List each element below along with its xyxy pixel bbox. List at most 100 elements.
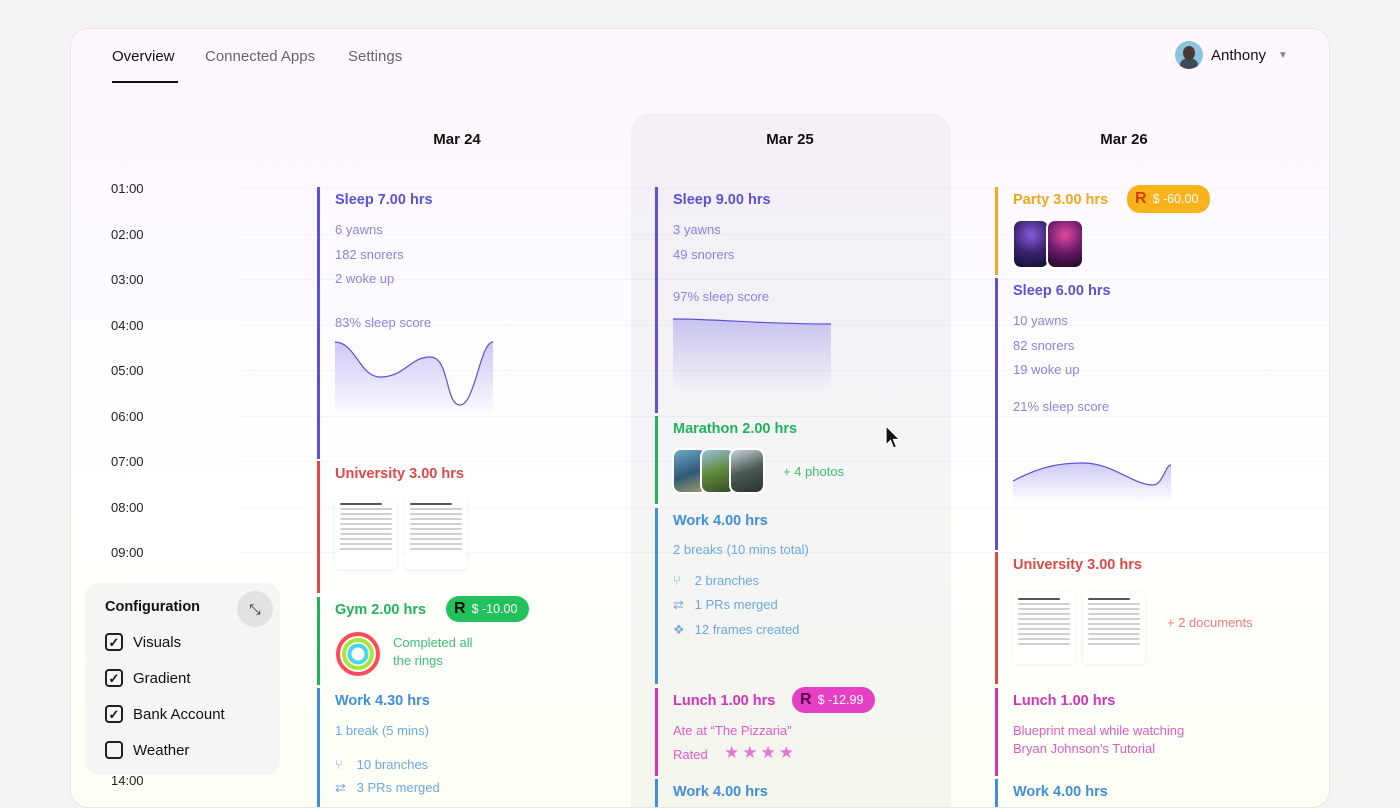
sleep-score: 97% sleep score bbox=[673, 289, 770, 304]
hour-label: 08:00 bbox=[111, 500, 144, 515]
configuration-panel: Configuration ⤡ ✓ Visuals ✓ Gradient ✓ B… bbox=[85, 583, 280, 775]
event-sleep[interactable]: Sleep 6.00 hrs 10 yawns 82 snorers 19 wo… bbox=[995, 278, 1295, 550]
chevron-down-icon: ▼ bbox=[1278, 49, 1288, 61]
document-thumbnail[interactable] bbox=[405, 497, 467, 569]
active-tab-indicator bbox=[112, 81, 178, 83]
branches-count: 10 branches bbox=[356, 757, 429, 772]
hour-label: 14:00 bbox=[111, 773, 144, 788]
event-work[interactable]: Work 4.00 hrs bbox=[995, 779, 1295, 807]
option-label: Visuals bbox=[133, 633, 182, 651]
event-lunch[interactable]: Lunch 1.00 hrs R $ -12.99 Ate at “The Pi… bbox=[655, 687, 945, 776]
sleep-wave-chart bbox=[673, 318, 832, 392]
option-visuals[interactable]: ✓ Visuals bbox=[105, 633, 181, 651]
event-title: Party 3.00 hrs bbox=[1013, 192, 1109, 208]
event-title: University 3.00 hrs bbox=[1013, 557, 1142, 573]
hour-label: 02:00 bbox=[111, 227, 144, 242]
event-title: Marathon 2.00 hrs bbox=[673, 421, 798, 437]
event-detail: 6 yawns bbox=[335, 222, 383, 237]
tab-overview[interactable]: Overview bbox=[112, 48, 175, 65]
tab-connected-apps[interactable]: Connected Apps bbox=[205, 48, 315, 65]
branches-row: ⑂ 2 branches bbox=[673, 573, 759, 588]
merged-row: ⇄ 3 PRs merged bbox=[335, 780, 440, 796]
event-work[interactable]: Work 4.30 hrs 1 break (5 mins) ⑂ 10 bran… bbox=[317, 688, 617, 807]
branch-icon: ⑂ bbox=[335, 757, 343, 772]
event-title: University 3.00 hrs bbox=[335, 466, 464, 482]
option-weather[interactable]: Weather bbox=[105, 741, 189, 759]
transaction-amount: $ -10.00 bbox=[471, 602, 518, 616]
tab-settings[interactable]: Settings bbox=[348, 48, 402, 65]
event-lunch[interactable]: Lunch 1.00 hrs Blueprint meal while watc… bbox=[995, 688, 1295, 776]
hour-label: 04:00 bbox=[111, 318, 144, 333]
photo-thumbnail[interactable] bbox=[1046, 219, 1084, 269]
event-sleep[interactable]: Sleep 7.00 hrs 6 yawns 182 snorers 2 wok… bbox=[317, 187, 617, 459]
branches-count: 2 branches bbox=[694, 573, 759, 588]
gym-note: Completed all bbox=[393, 635, 473, 650]
event-detail: 2 breaks (10 mins total) bbox=[673, 542, 809, 557]
checkbox-icon[interactable]: ✓ bbox=[105, 633, 123, 651]
event-title: Lunch 1.00 hrs bbox=[1013, 693, 1116, 709]
option-label: Gradient bbox=[133, 669, 191, 687]
activity-rings-icon bbox=[336, 632, 380, 676]
transaction-amount: $ -60.00 bbox=[1152, 192, 1199, 206]
sleep-wave-chart bbox=[335, 341, 494, 417]
event-work[interactable]: Work 4.00 hrs bbox=[655, 779, 945, 807]
date-header: Mar 26 bbox=[1100, 131, 1148, 148]
branches-row: ⑂ 10 branches bbox=[335, 757, 428, 772]
checkbox-icon[interactable] bbox=[105, 741, 123, 759]
event-detail: 3 yawns bbox=[673, 222, 721, 237]
document-thumbnail[interactable] bbox=[1013, 592, 1075, 664]
photo-thumbnail[interactable] bbox=[729, 448, 765, 494]
transaction-amount: $ -12.99 bbox=[817, 693, 864, 707]
transaction-badge[interactable]: R $ -10.00 bbox=[446, 596, 530, 622]
event-title: Sleep 7.00 hrs bbox=[335, 192, 433, 208]
event-title: Sleep 6.00 hrs bbox=[1013, 283, 1111, 299]
sleep-wave-chart bbox=[1013, 462, 1172, 503]
event-work[interactable]: Work 4.00 hrs 2 breaks (10 mins total) ⑂… bbox=[655, 508, 945, 684]
transaction-badge[interactable]: R $ -12.99 bbox=[792, 687, 876, 713]
event-detail: Ate at “The Pizzaria” bbox=[673, 723, 792, 738]
event-university[interactable]: University 3.00 hrs + 2 documents bbox=[995, 552, 1295, 684]
event-gym[interactable]: Gym 2.00 hrs R $ -10.00 Completed all th… bbox=[317, 596, 617, 685]
option-bank-account[interactable]: ✓ Bank Account bbox=[105, 705, 225, 723]
event-title: Sleep 9.00 hrs bbox=[673, 192, 771, 208]
event-detail: 182 snorers bbox=[335, 247, 404, 262]
event-university[interactable]: University 3.00 hrs bbox=[317, 461, 617, 593]
document-thumbnail[interactable] bbox=[1083, 592, 1145, 664]
event-title: Work 4.00 hrs bbox=[1013, 784, 1108, 800]
checkbox-icon[interactable]: ✓ bbox=[105, 669, 123, 687]
branch-icon: ⑂ bbox=[673, 573, 681, 588]
checkbox-icon[interactable]: ✓ bbox=[105, 705, 123, 723]
event-detail: 2 woke up bbox=[335, 271, 395, 286]
transaction-badge[interactable]: R $ -60.00 bbox=[1127, 185, 1211, 213]
merge-icon: ⇄ bbox=[673, 597, 684, 612]
figma-icon: ❖ bbox=[673, 622, 685, 637]
frames-row: ❖ 12 frames created bbox=[673, 622, 799, 638]
event-party[interactable]: Party 3.00 hrs R $ -60.00 bbox=[995, 185, 1295, 275]
hour-label: 03:00 bbox=[111, 272, 144, 287]
option-label: Weather bbox=[133, 741, 190, 759]
hour-label: 05:00 bbox=[111, 363, 144, 378]
collapse-icon[interactable]: ⤡ bbox=[237, 591, 273, 627]
more-photos-link[interactable]: + 4 photos bbox=[783, 464, 844, 479]
option-gradient[interactable]: ✓ Gradient bbox=[105, 669, 191, 687]
star-icon: ★★★★ bbox=[724, 743, 797, 762]
dollar-badge-icon: R bbox=[800, 691, 812, 708]
user-menu[interactable]: Anthony ▼ bbox=[1175, 41, 1288, 69]
merged-count: 1 PRs merged bbox=[694, 597, 778, 612]
merged-count: 3 PRs merged bbox=[356, 780, 440, 795]
frames-count: 12 frames created bbox=[694, 622, 800, 637]
more-documents-link[interactable]: + 2 documents bbox=[1167, 615, 1253, 630]
event-sleep[interactable]: Sleep 9.00 hrs 3 yawns 49 snorers 97% sl… bbox=[655, 187, 945, 413]
sleep-score: 21% sleep score bbox=[1013, 399, 1110, 414]
event-title: Lunch 1.00 hrs bbox=[673, 693, 776, 709]
document-thumbnail[interactable] bbox=[335, 497, 397, 569]
event-title: Work 4.00 hrs bbox=[673, 784, 768, 800]
event-detail: 19 woke up bbox=[1013, 362, 1080, 377]
event-title: Work 4.30 hrs bbox=[335, 693, 430, 709]
dollar-badge-icon: R bbox=[454, 600, 466, 617]
date-header: Mar 24 bbox=[433, 131, 481, 148]
event-title: Gym 2.00 hrs bbox=[335, 602, 427, 618]
hour-label: 09:00 bbox=[111, 545, 144, 560]
photo-thumbnail[interactable] bbox=[1012, 219, 1050, 269]
option-label: Bank Account bbox=[133, 705, 225, 723]
